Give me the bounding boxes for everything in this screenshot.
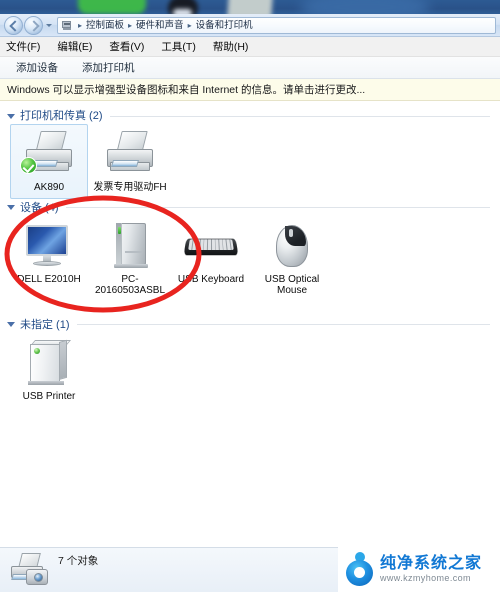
device-label: DELL E2010H bbox=[17, 273, 81, 285]
group-header-printers[interactable]: 打印机和传真 (2) bbox=[0, 107, 500, 124]
breadcrumb-separator[interactable]: ▸ bbox=[185, 18, 195, 33]
group-title-printers: 打印机和传真 (2) bbox=[20, 110, 103, 122]
group-title-unspecified: 未指定 (1) bbox=[20, 318, 70, 331]
menu-item-view[interactable]: 查看(V) bbox=[109, 38, 153, 56]
collapse-triangle-icon[interactable] bbox=[7, 113, 15, 119]
group-divider bbox=[76, 324, 490, 325]
monitor-icon bbox=[20, 221, 78, 271]
watermark-title: 纯净系统之家 bbox=[380, 554, 483, 572]
device-tile-row: DELL E2010H PC-20160503ASBL USB Keyboard bbox=[0, 216, 500, 302]
computer-tower-icon bbox=[101, 221, 159, 271]
device-label: USB Optical Mouse bbox=[264, 273, 320, 297]
printer-icon bbox=[20, 129, 78, 179]
info-bar-text: Windows 可以显示增强型设备图标和来自 Internet 的信息。请单击进… bbox=[7, 83, 366, 96]
device-tile-usb-mouse[interactable]: USB Optical Mouse bbox=[253, 216, 331, 302]
keyboard-icon bbox=[182, 221, 240, 271]
menu-item-file[interactable]: 文件(F) bbox=[6, 38, 49, 56]
device-tile-fapiao-driver[interactable]: 发票专用驱动FH bbox=[91, 124, 169, 199]
breadcrumb-item-control-panel[interactable]: 控制面板 bbox=[85, 18, 125, 33]
devices-list: 打印机和传真 (2) AK890 发票专用驱动FH 设备 (4) DELL E2… bbox=[0, 101, 500, 592]
add-printer-button[interactable]: 添加打印机 bbox=[74, 59, 143, 77]
devices-and-printers-window: ▸ 控制面板 ▸ 硬件和声音 ▸ 设备和打印机 文件(F) 编辑(E) 查看(V… bbox=[0, 14, 500, 605]
device-label: USB Keyboard bbox=[177, 273, 245, 285]
breadcrumb-item-hardware-and-sound[interactable]: 硬件和声音 bbox=[135, 18, 185, 33]
breadcrumb-separator[interactable]: ▸ bbox=[75, 18, 85, 33]
breadcrumb-separator[interactable]: ▸ bbox=[125, 18, 135, 33]
info-bar[interactable]: Windows 可以显示增强型设备图标和来自 Internet 的信息。请单击进… bbox=[0, 79, 500, 101]
circle-logo-icon bbox=[344, 552, 376, 586]
printer-camera-icon bbox=[8, 552, 52, 588]
watermark-url: www.kzmyhome.com bbox=[380, 572, 471, 583]
printer-tile-row: AK890 发票专用驱动FH bbox=[0, 124, 500, 199]
menu-item-tools[interactable]: 工具(T) bbox=[161, 38, 204, 56]
device-label: 发票专用驱动FH bbox=[93, 182, 167, 193]
breadcrumb[interactable]: ▸ 控制面板 ▸ 硬件和声音 ▸ 设备和打印机 bbox=[57, 16, 496, 34]
add-device-button[interactable]: 添加设备 bbox=[8, 59, 66, 77]
group-divider bbox=[65, 207, 490, 208]
menu-bar: 文件(F) 编辑(E) 查看(V) 工具(T) 帮助(H) bbox=[0, 37, 500, 57]
recent-locations-button[interactable] bbox=[44, 16, 54, 35]
address-bar: ▸ 控制面板 ▸ 硬件和声音 ▸ 设备和打印机 bbox=[0, 14, 500, 37]
command-toolbar: 添加设备 添加打印机 bbox=[0, 57, 500, 79]
screenshot-root: ▸ 控制面板 ▸ 硬件和声音 ▸ 设备和打印机 文件(F) 编辑(E) 查看(V… bbox=[0, 0, 500, 605]
collapse-triangle-icon[interactable] bbox=[7, 205, 15, 210]
device-tile-usb-printer[interactable]: USB Printer bbox=[10, 333, 88, 408]
device-tile-dell-monitor[interactable]: DELL E2010H bbox=[10, 216, 88, 291]
control-panel-icon bbox=[61, 19, 73, 31]
watermark: 纯净系统之家 www.kzmyhome.com bbox=[338, 546, 500, 592]
device-tile-ak890[interactable]: AK890 bbox=[10, 124, 88, 199]
status-object-count: 7 个对象 bbox=[58, 555, 99, 567]
breadcrumb-item-devices-and-printers[interactable]: 设备和打印机 bbox=[195, 18, 254, 33]
group-header-unspecified[interactable]: 未指定 (1) bbox=[0, 316, 500, 333]
device-label: USB Printer bbox=[22, 390, 76, 402]
device-tile-usb-keyboard[interactable]: USB Keyboard bbox=[172, 216, 250, 291]
default-printer-check-icon bbox=[20, 157, 37, 174]
group-divider bbox=[109, 115, 490, 117]
desktop-shape-green bbox=[78, 0, 146, 14]
back-button[interactable] bbox=[4, 15, 23, 35]
forward-button[interactable] bbox=[24, 15, 43, 35]
device-label: AK890 bbox=[33, 182, 65, 193]
printer-icon bbox=[101, 129, 159, 179]
device-tile-computer[interactable]: PC-20160503ASBL bbox=[91, 216, 169, 302]
usb-printer-icon bbox=[20, 338, 78, 388]
group-header-devices[interactable]: 设备 (4) bbox=[0, 199, 500, 216]
unspecified-tile-row: USB Printer bbox=[0, 333, 500, 408]
group-title-devices: 设备 (4) bbox=[20, 201, 59, 214]
menu-item-help[interactable]: 帮助(H) bbox=[213, 38, 258, 56]
mouse-icon bbox=[263, 221, 321, 271]
collapse-triangle-icon[interactable] bbox=[7, 322, 15, 327]
menu-item-edit[interactable]: 编辑(E) bbox=[57, 38, 101, 56]
device-label: PC-20160503ASBL bbox=[94, 273, 166, 297]
